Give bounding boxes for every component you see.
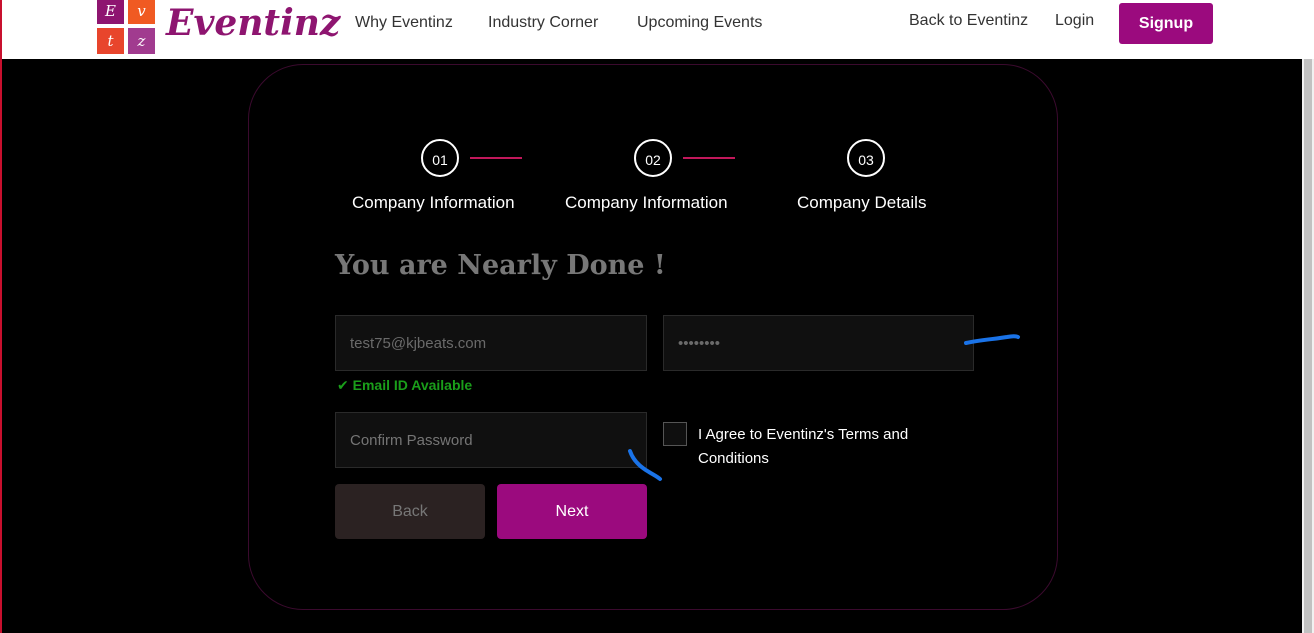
email-field[interactable] bbox=[335, 315, 647, 371]
logo-tile-grid: E v t z bbox=[96, 0, 158, 56]
next-button[interactable]: Next bbox=[497, 484, 647, 539]
password-field[interactable] bbox=[663, 315, 974, 371]
step-1-circle: 01 bbox=[421, 139, 459, 177]
nav-why-eventinz[interactable]: Why Eventinz bbox=[355, 0, 453, 46]
form-title: You are Nearly Done ! bbox=[335, 250, 666, 281]
logo-tile: E bbox=[97, 0, 124, 24]
email-status-text: Email ID Available bbox=[352, 377, 473, 393]
back-button[interactable]: Back bbox=[335, 484, 485, 539]
annotation-scribble bbox=[628, 449, 662, 481]
logo-tile: t bbox=[97, 28, 124, 54]
terms-label[interactable]: I Agree to Eventinz's Terms and Conditio… bbox=[698, 423, 958, 471]
password-input[interactable] bbox=[678, 316, 958, 370]
login-link[interactable]: Login bbox=[1055, 0, 1094, 44]
page-scrollbar[interactable] bbox=[1302, 59, 1314, 633]
top-header: E v t z Eventinz Why Eventinz Industry C… bbox=[0, 0, 1314, 59]
annotation-scribble bbox=[964, 334, 1020, 345]
step-connector bbox=[470, 157, 522, 159]
left-edge-line bbox=[0, 0, 2, 633]
step-connector bbox=[683, 157, 735, 159]
terms-checkbox[interactable] bbox=[663, 422, 687, 446]
signup-button[interactable]: Signup bbox=[1119, 3, 1213, 44]
nav-industry-corner[interactable]: Industry Corner bbox=[488, 0, 598, 46]
step-2-circle: 02 bbox=[634, 139, 672, 177]
scrollbar-thumb[interactable] bbox=[1304, 59, 1312, 633]
logo-text: Eventinz bbox=[166, 2, 341, 44]
step-3-circle: 03 bbox=[847, 139, 885, 177]
confirm-password-input[interactable] bbox=[350, 413, 630, 467]
nav-upcoming-events[interactable]: Upcoming Events bbox=[637, 0, 762, 46]
confirm-password-field[interactable] bbox=[335, 412, 647, 468]
step-1-label: Company Information bbox=[352, 193, 515, 212]
email-available-status: ✔ Email ID Available bbox=[337, 377, 472, 394]
step-3-label: Company Details bbox=[797, 193, 927, 212]
check-icon: ✔ bbox=[337, 377, 349, 393]
eventinz-logo[interactable]: E v t z Eventinz bbox=[96, 0, 340, 56]
logo-tile: z bbox=[128, 28, 155, 54]
back-to-eventinz-link[interactable]: Back to Eventinz bbox=[909, 0, 1028, 44]
email-input[interactable] bbox=[350, 316, 630, 370]
step-2-label: Company Information bbox=[565, 193, 728, 212]
logo-tile: v bbox=[128, 0, 155, 24]
